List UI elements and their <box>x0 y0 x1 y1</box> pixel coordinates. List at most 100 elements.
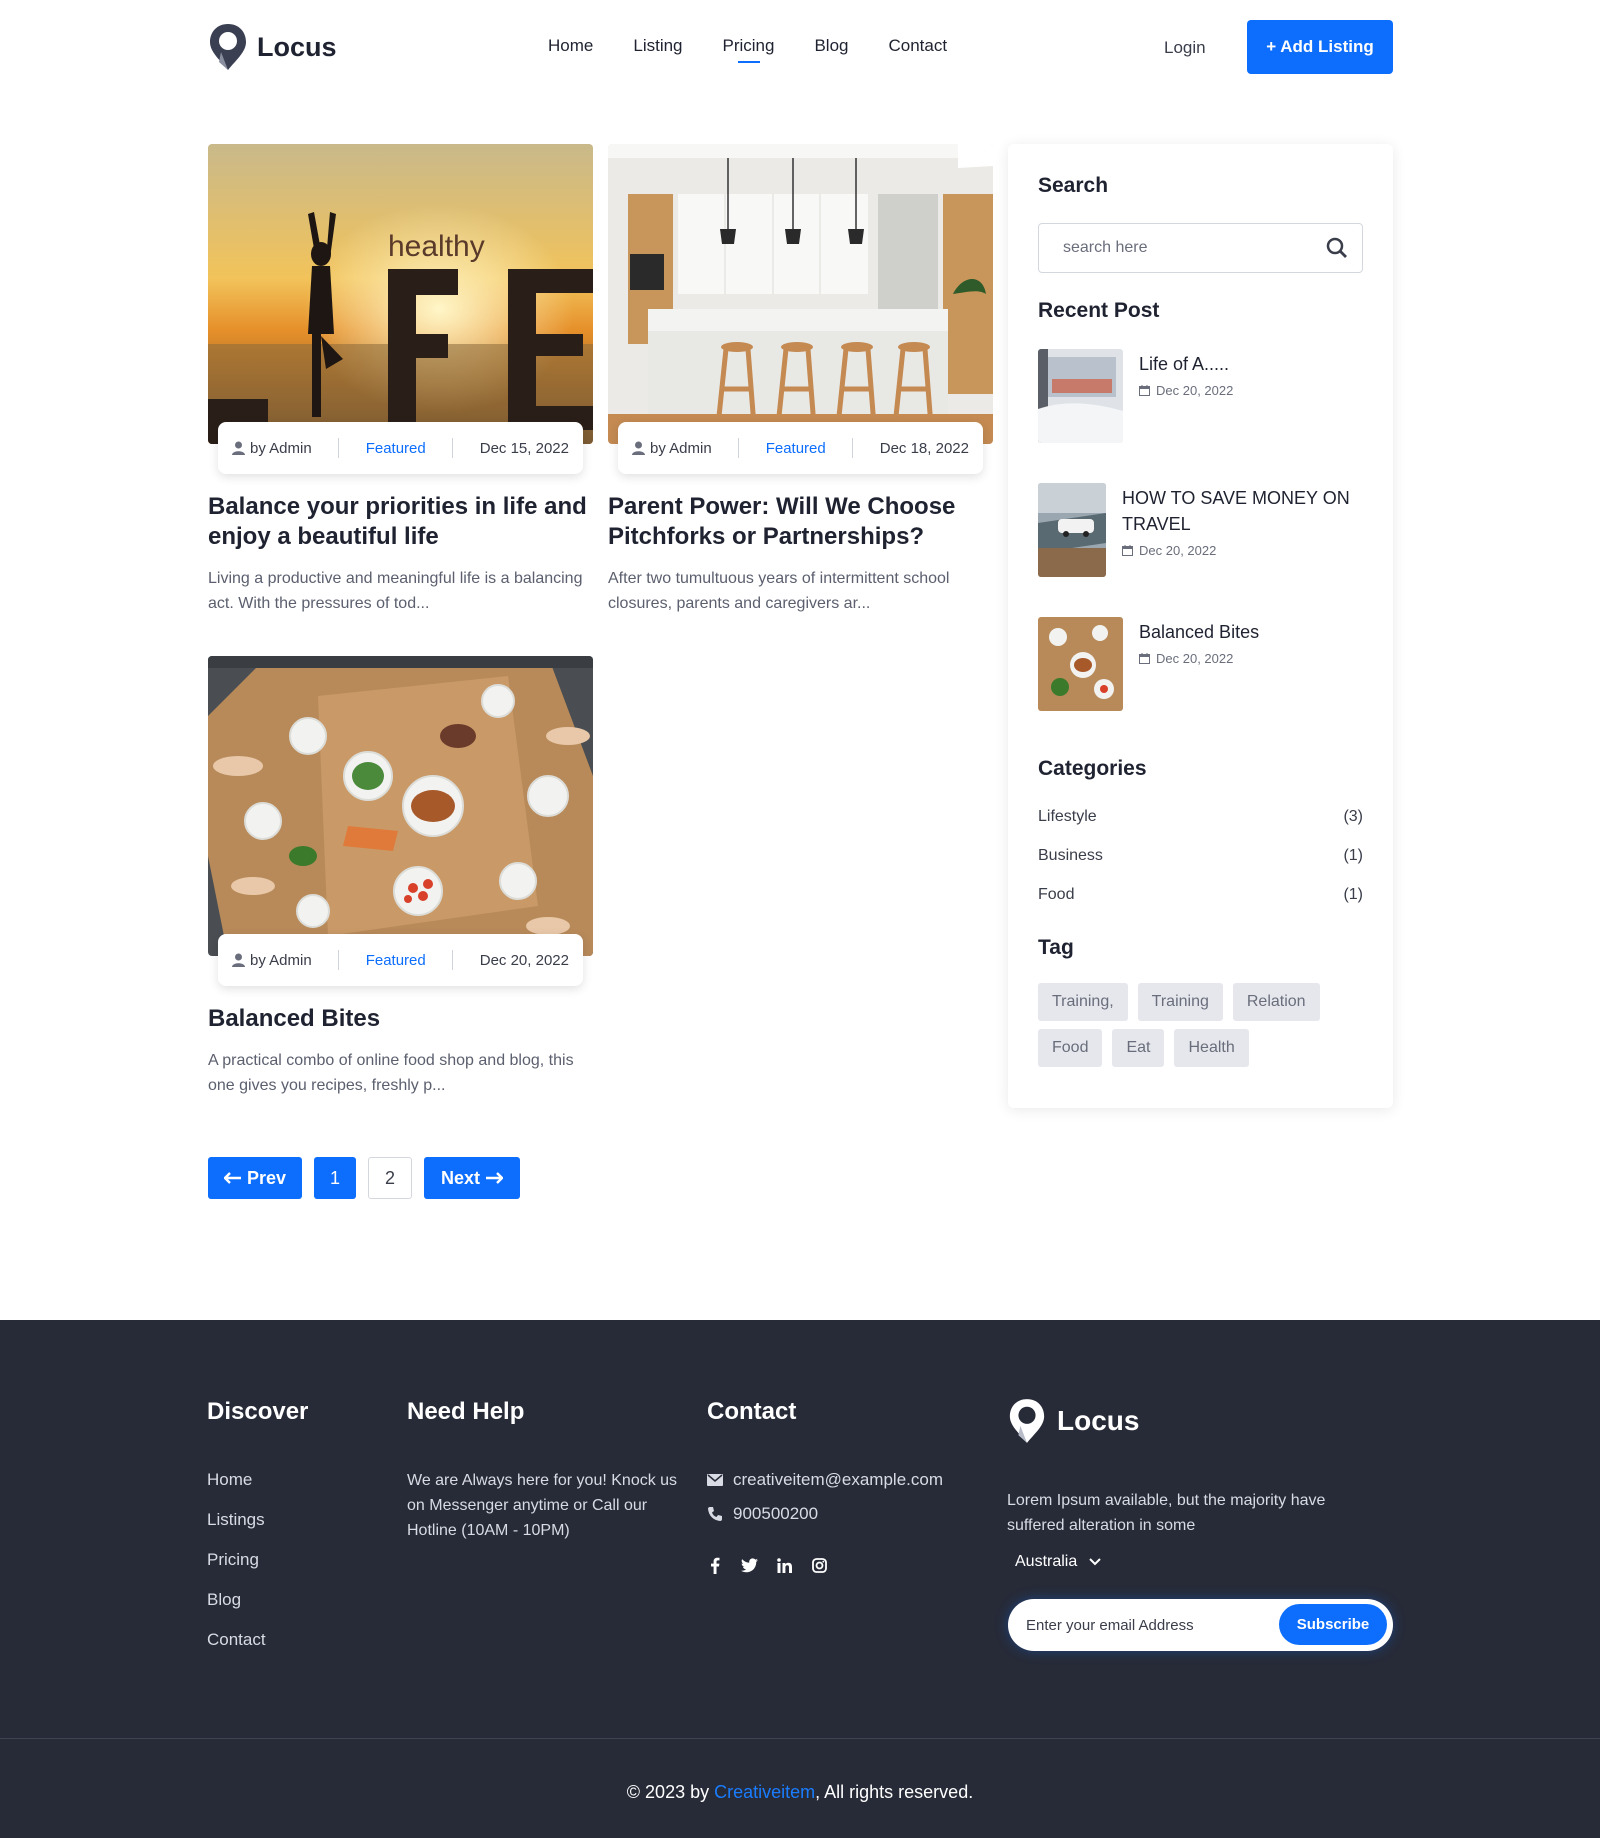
image-caption-text: healthy <box>388 230 485 263</box>
post-title[interactable]: Balanced Bites <box>208 1004 593 1034</box>
categories-heading: Categories <box>1038 757 1147 780</box>
search-input[interactable]: search here <box>1038 223 1363 273</box>
travel-car-image <box>1038 483 1106 577</box>
post-category[interactable]: Featured <box>366 952 426 969</box>
user-icon <box>232 953 245 967</box>
category-count: (1) <box>1343 886 1363 903</box>
recent-post-thumb[interactable] <box>1038 349 1123 443</box>
category-name[interactable]: Business <box>1038 847 1103 865</box>
tag-item[interactable]: Relation <box>1232 983 1320 1021</box>
category-name[interactable]: Food <box>1038 886 1074 904</box>
footer-logo[interactable]: Locus <box>1007 1396 1139 1446</box>
location-pin-icon <box>210 24 246 70</box>
meta-divider <box>452 950 454 970</box>
twitter-icon[interactable] <box>741 1557 758 1574</box>
recent-post-title[interactable]: Life of A..... <box>1139 349 1233 377</box>
category-item[interactable]: Business (1) <box>1038 847 1363 865</box>
post-excerpt: Living a productive and meaningful life … <box>208 570 583 612</box>
post-excerpt: A practical combo of online food shop an… <box>208 1052 574 1094</box>
post-card[interactable]: by Admin Featured Dec 18, 2022 Parent Po… <box>608 144 993 616</box>
page-button-current[interactable]: 1 <box>314 1157 356 1199</box>
meta-divider <box>452 438 454 458</box>
post-title[interactable]: Parent Power: Will We Choose Pitchforks … <box>608 492 993 552</box>
post-card[interactable]: healthy by Admin Featured Dec 15, 2022 B… <box>208 144 593 616</box>
search-heading: Search <box>1038 174 1109 197</box>
recent-post-date: Dec 20, 2022 <box>1139 651 1259 666</box>
newsletter-form: Enter your email Address Subscribe <box>1008 1599 1393 1651</box>
nav-home[interactable]: Home <box>548 36 593 56</box>
post-author[interactable]: by Admin <box>232 952 312 969</box>
recent-post-item[interactable]: HOW TO SAVE MONEY ON TRAVEL Dec 20, 2022 <box>1038 483 1362 577</box>
footer-link-pricing[interactable]: Pricing <box>207 1550 259 1570</box>
add-listing-button[interactable]: + Add Listing <box>1247 20 1393 74</box>
page-button[interactable]: 2 <box>368 1157 412 1199</box>
facebook-icon[interactable] <box>706 1557 723 1574</box>
location-pin-icon <box>1009 1399 1045 1443</box>
category-name[interactable]: Lifestyle <box>1038 808 1097 826</box>
search-placeholder: search here <box>1063 239 1148 256</box>
chevron-down-icon <box>1089 1558 1101 1566</box>
post-date: Dec 20, 2022 <box>479 951 569 969</box>
post-title[interactable]: Balance your priorities in life and enjo… <box>208 492 593 552</box>
food-table-thumb-image <box>1038 617 1123 711</box>
recent-post-title[interactable]: Balanced Bites <box>1139 617 1259 645</box>
category-item[interactable]: Food (1) <box>1038 886 1363 904</box>
prev-page-button[interactable]: Prev <box>208 1157 302 1199</box>
contact-phone[interactable]: 900500200 <box>707 1504 818 1524</box>
recent-post-thumb[interactable] <box>1038 483 1106 577</box>
subscribe-button[interactable]: Subscribe <box>1279 1604 1387 1645</box>
user-icon <box>232 441 245 455</box>
post-card[interactable]: by Admin Featured Dec 20, 2022 Balanced … <box>208 656 593 1098</box>
envelope-icon <box>707 1474 723 1486</box>
recent-post-item[interactable]: Life of A..... Dec 20, 2022 <box>1038 349 1233 443</box>
next-page-button[interactable]: Next <box>424 1157 520 1199</box>
recent-post-title[interactable]: HOW TO SAVE MONEY ON TRAVEL <box>1122 483 1362 537</box>
creativeitem-link[interactable]: Creativeitem <box>714 1782 815 1802</box>
post-author[interactable]: by Admin <box>632 440 712 457</box>
country-select[interactable]: Australia <box>1015 1553 1101 1571</box>
footer-link-listings[interactable]: Listings <box>207 1510 265 1530</box>
recent-post-thumb[interactable] <box>1038 617 1123 711</box>
post-category[interactable]: Featured <box>366 440 426 457</box>
footer-divider <box>0 1738 1600 1739</box>
recent-post-heading: Recent Post <box>1038 299 1160 322</box>
calendar-icon <box>1139 653 1150 664</box>
category-item[interactable]: Lifestyle (3) <box>1038 808 1363 826</box>
nav-contact[interactable]: Contact <box>889 36 948 56</box>
instagram-icon[interactable] <box>811 1557 828 1574</box>
recent-post-date: Dec 20, 2022 <box>1139 383 1233 398</box>
footer-link-home[interactable]: Home <box>207 1470 252 1490</box>
meta-divider <box>338 950 340 970</box>
post-image[interactable] <box>208 656 593 956</box>
post-meta: by Admin Featured Dec 20, 2022 <box>218 934 583 986</box>
nav-blog[interactable]: Blog <box>814 36 848 56</box>
footer-link-contact[interactable]: Contact <box>207 1630 266 1650</box>
newsletter-email-input[interactable]: Enter your email Address <box>1026 1617 1194 1634</box>
tag-item[interactable]: Eat <box>1112 1029 1165 1067</box>
tag-item[interactable]: Food <box>1038 1029 1103 1067</box>
contact-email[interactable]: creativeitem@example.com <box>707 1470 943 1490</box>
site-logo[interactable]: Locus <box>207 22 337 72</box>
logo-text: Locus <box>257 31 337 62</box>
footer-link-blog[interactable]: Blog <box>207 1590 241 1610</box>
post-category[interactable]: Featured <box>766 440 826 457</box>
post-image[interactable] <box>608 144 993 444</box>
sidebar: Search search here Recent Post Life of A… <box>1008 144 1393 1108</box>
main-nav: Home Listing Pricing Blog Contact <box>548 36 948 63</box>
yoga-sunset-image: healthy <box>208 144 593 444</box>
category-count: (3) <box>1343 808 1363 825</box>
search-icon[interactable] <box>1326 237 1348 259</box>
tag-heading: Tag <box>1038 936 1074 959</box>
linkedin-icon[interactable] <box>776 1557 793 1574</box>
post-excerpt: After two tumultuous years of intermitte… <box>608 570 950 612</box>
tag-item[interactable]: Health <box>1174 1029 1249 1067</box>
tag-item[interactable]: Training <box>1137 983 1223 1021</box>
nav-pricing[interactable]: Pricing <box>723 36 774 63</box>
post-author[interactable]: by Admin <box>232 440 312 457</box>
post-image[interactable]: healthy <box>208 144 593 444</box>
login-link[interactable]: Login <box>1164 38 1206 58</box>
nav-listing[interactable]: Listing <box>633 36 682 56</box>
recent-post-item[interactable]: Balanced Bites Dec 20, 2022 <box>1038 617 1259 711</box>
meta-divider <box>338 438 340 458</box>
tag-item[interactable]: Training, <box>1038 983 1128 1021</box>
